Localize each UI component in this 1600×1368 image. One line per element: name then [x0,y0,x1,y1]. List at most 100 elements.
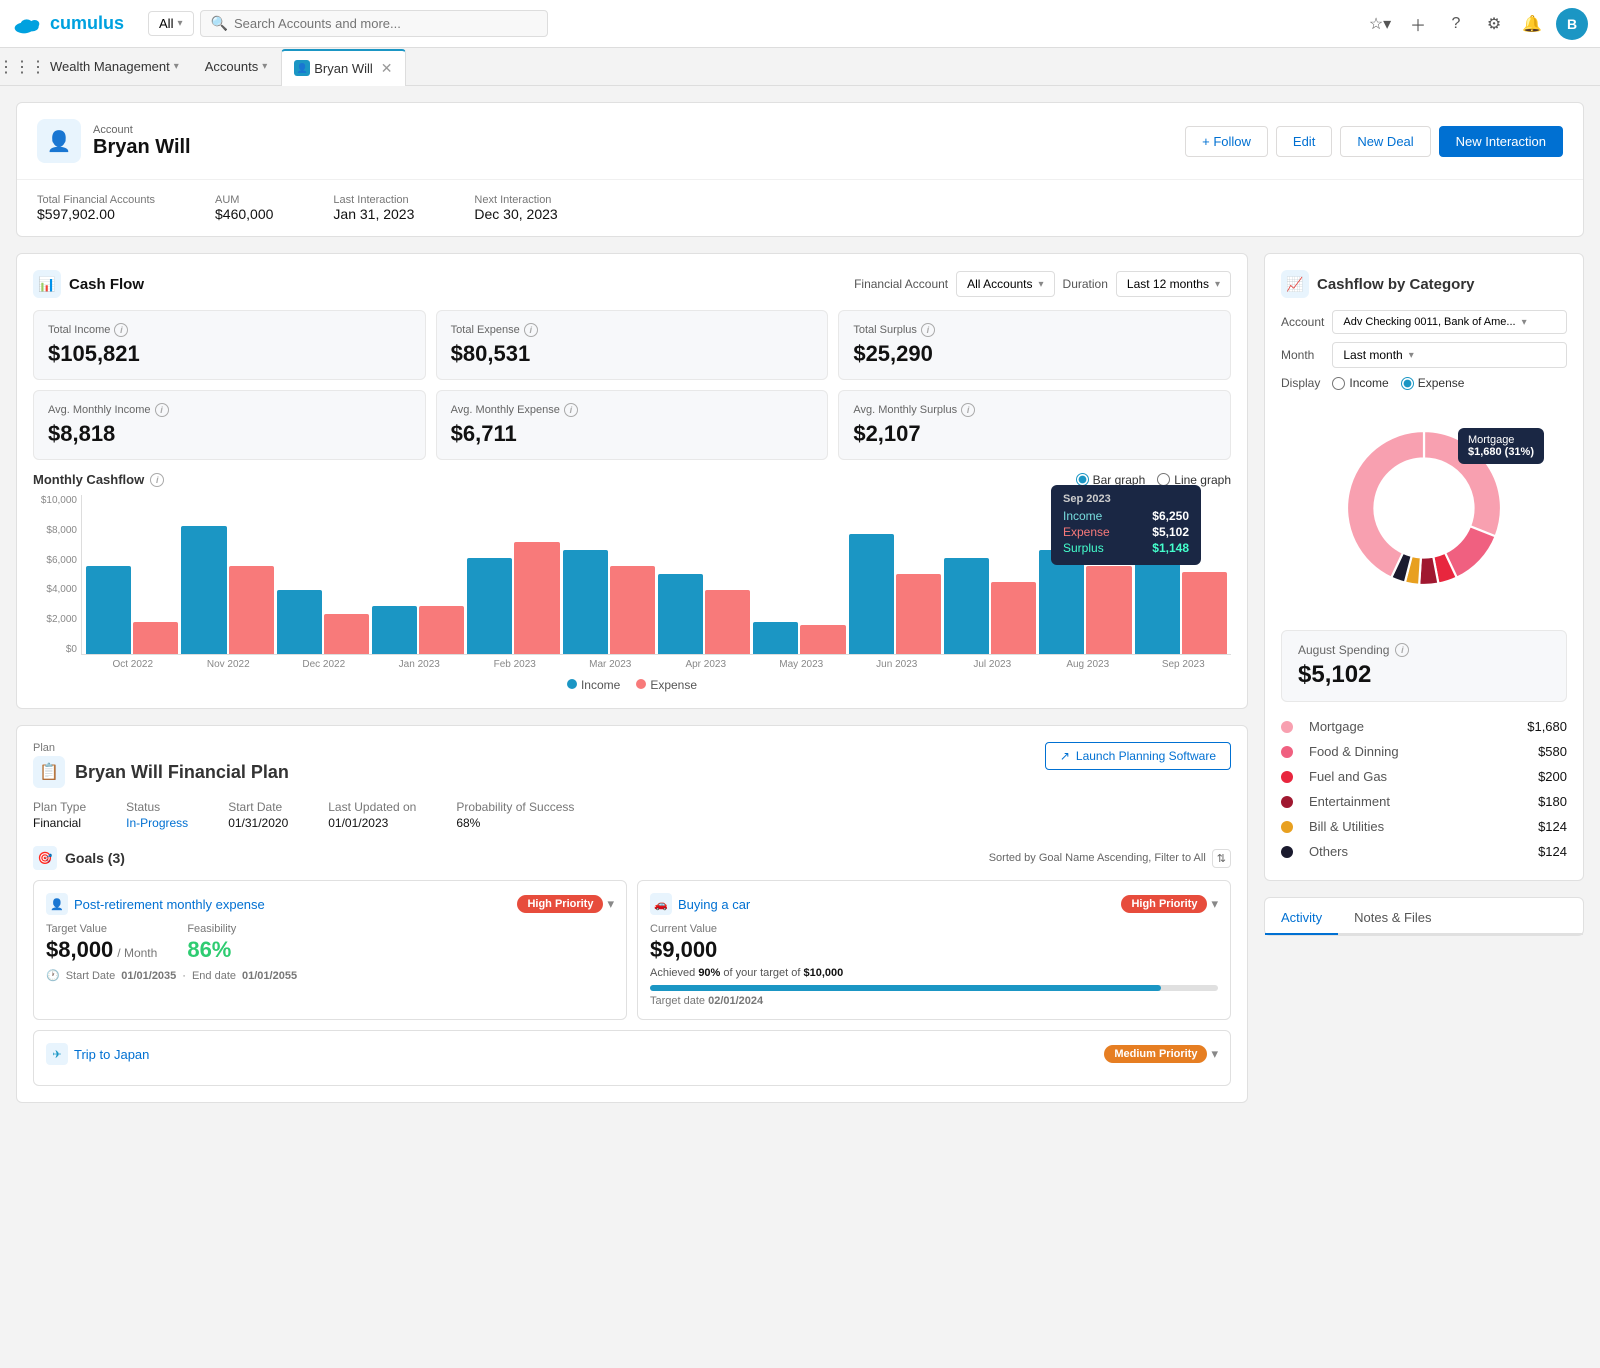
income-bar-0 [86,566,131,654]
display-expense-label: Expense [1418,376,1465,390]
tab-wealth-management[interactable]: Wealth Management ▾ [38,48,191,85]
plan-type-meta: Plan Type Financial [33,800,86,830]
search-input[interactable] [234,16,537,31]
goal-retirement-dropdown[interactable]: ▾ [607,896,614,912]
total-income-info[interactable]: i [114,323,128,337]
x-label-7: May 2023 [754,659,850,670]
settings-icon[interactable]: ⚙ [1480,10,1508,38]
tab-activity[interactable]: Activity [1265,902,1338,935]
monthly-cashflow-info[interactable]: i [150,473,164,487]
income-bar-7 [753,622,798,654]
tab-accounts[interactable]: Accounts ▾ [193,48,280,85]
favorites-icon[interactable]: ☆▾ [1366,10,1394,38]
donut-tooltip: Mortgage $1,680 (31%) [1458,428,1544,464]
tab-active-close[interactable]: ✕ [381,60,393,77]
chart-legend: Income Expense [33,678,1231,692]
search-box[interactable]: 🔍 [200,10,549,37]
category-amount-2: $200 [1538,769,1567,784]
tab-bryan-will[interactable]: 👤 Bryan Will ✕ [281,49,405,86]
follow-button[interactable]: + Follow [1185,126,1268,157]
goal-car-dropdown[interactable]: ▾ [1211,896,1218,912]
category-controls: Account Adv Checking 0011, Bank of Ame..… [1281,310,1567,390]
aum-value: $460,000 [215,206,273,222]
display-income-radio[interactable]: Income [1332,376,1388,390]
goal-feasibility-value: 86% [187,937,236,963]
goal-end-date: 01/01/2055 [242,970,297,982]
x-label-6: Apr 2023 [658,659,754,670]
expense-bar-4 [514,542,559,654]
category-month-select[interactable]: Last month ▾ [1332,342,1567,368]
new-interaction-button[interactable]: New Interaction [1439,126,1563,157]
goal-car-title-row: 🚗 Buying a car [650,893,750,915]
grid-menu-icon[interactable]: ⋮⋮⋮ [8,53,36,81]
x-label-4: Feb 2023 [467,659,563,670]
goals-header: 🎯 Goals (3) Sorted by Goal Name Ascendin… [33,846,1231,870]
account-top-card: 👤 Account Bryan Will + Follow Edit New D… [16,102,1584,237]
display-expense-radio[interactable]: Expense [1401,376,1465,390]
goal-retirement-title[interactable]: Post-retirement monthly expense [74,897,265,912]
x-label-0: Oct 2022 [85,659,181,670]
total-surplus-value: $25,290 [853,341,1216,367]
total-expense-info[interactable]: i [524,323,538,337]
new-deal-button[interactable]: New Deal [1340,126,1430,157]
financial-account-select[interactable]: All Accounts ▾ [956,271,1054,297]
financial-account-value: All Accounts [967,277,1032,291]
goal-target-value: $8,000 [46,937,113,963]
expense-bar-10 [1086,566,1131,654]
expense-legend-label: Expense [650,678,697,692]
notifications-icon[interactable]: 🔔 [1518,10,1546,38]
total-surplus-info[interactable]: i [921,323,935,337]
activity-card: Activity Notes & Files [1264,897,1584,936]
goals-sort-icon[interactable]: ⇅ [1212,849,1231,868]
total-surplus-card: Total Surplus i $25,290 [838,310,1231,380]
clock-icon: 🕐 [46,969,60,982]
goal-japan-dropdown[interactable]: ▾ [1211,1046,1218,1062]
goal-retirement-priority-row: High Priority ▾ [517,895,614,913]
expense-bar-5 [610,566,655,654]
category-item-1: Food & Dinning $580 [1281,739,1567,764]
avg-monthly-income-info[interactable]: i [155,403,169,417]
avg-monthly-income-label: Avg. Monthly Income i [48,403,411,417]
goals-grid: 👤 Post-retirement monthly expense High P… [33,880,1231,1020]
all-dropdown-button[interactable]: All ▾ [148,11,193,36]
launch-planning-software-button[interactable]: ↗ Launch Planning Software [1045,742,1231,770]
goal-car-title[interactable]: Buying a car [678,897,750,912]
plan-status-label: Status [126,800,188,814]
category-account-label: Account [1281,315,1324,329]
total-expense-card: Total Expense i $80,531 [436,310,829,380]
avg-monthly-surplus-value: $2,107 [853,421,1216,447]
category-item-5: Others $124 [1281,839,1567,864]
accounts-tab-arrow: ▾ [262,61,267,72]
category-account-value: Adv Checking 0011, Bank of Ame... [1343,316,1515,328]
plan-type-label: Plan Type [33,800,86,814]
income-legend-label: Income [581,678,620,692]
total-financial-label: Total Financial Accounts [37,194,155,206]
tab-notes-files[interactable]: Notes & Files [1338,902,1447,933]
avatar[interactable]: B [1556,8,1588,40]
avg-monthly-surplus-info[interactable]: i [961,403,975,417]
avg-monthly-surplus-card: Avg. Monthly Surplus i $2,107 [838,390,1231,460]
total-financial-value: $597,902.00 [37,206,115,222]
add-icon[interactable]: ＋ [1404,10,1432,38]
avg-monthly-expense-info[interactable]: i [564,403,578,417]
duration-select[interactable]: Last 12 months ▾ [1116,271,1231,297]
spending-info[interactable]: i [1395,643,1409,657]
x-label-5: Mar 2023 [563,659,659,670]
income-bar-2 [277,590,322,654]
account-name: Bryan Will [93,136,191,159]
goal-japan-title[interactable]: Trip to Japan [74,1047,149,1062]
financial-account-arrow: ▾ [1039,279,1044,290]
goal-card-retirement: 👤 Post-retirement monthly expense High P… [33,880,627,1020]
account-top-main: 👤 Account Bryan Will + Follow Edit New D… [17,103,1583,180]
goal-car-progress-bar-fill [650,985,1161,991]
all-label: All [159,16,173,31]
category-item-4: Bill & Utilities $124 [1281,814,1567,839]
edit-button[interactable]: Edit [1276,126,1332,157]
display-income-label: Income [1349,376,1388,390]
stat-aum: AUM $460,000 [215,194,273,222]
stat-last-interaction: Last Interaction Jan 31, 2023 [333,194,414,222]
expense-legend: Expense [636,678,697,692]
help-icon[interactable]: ? [1442,10,1470,38]
tooltip-surplus-row: Surplus $1,148 [1063,541,1189,555]
category-account-select[interactable]: Adv Checking 0011, Bank of Ame... ▾ [1332,310,1567,334]
